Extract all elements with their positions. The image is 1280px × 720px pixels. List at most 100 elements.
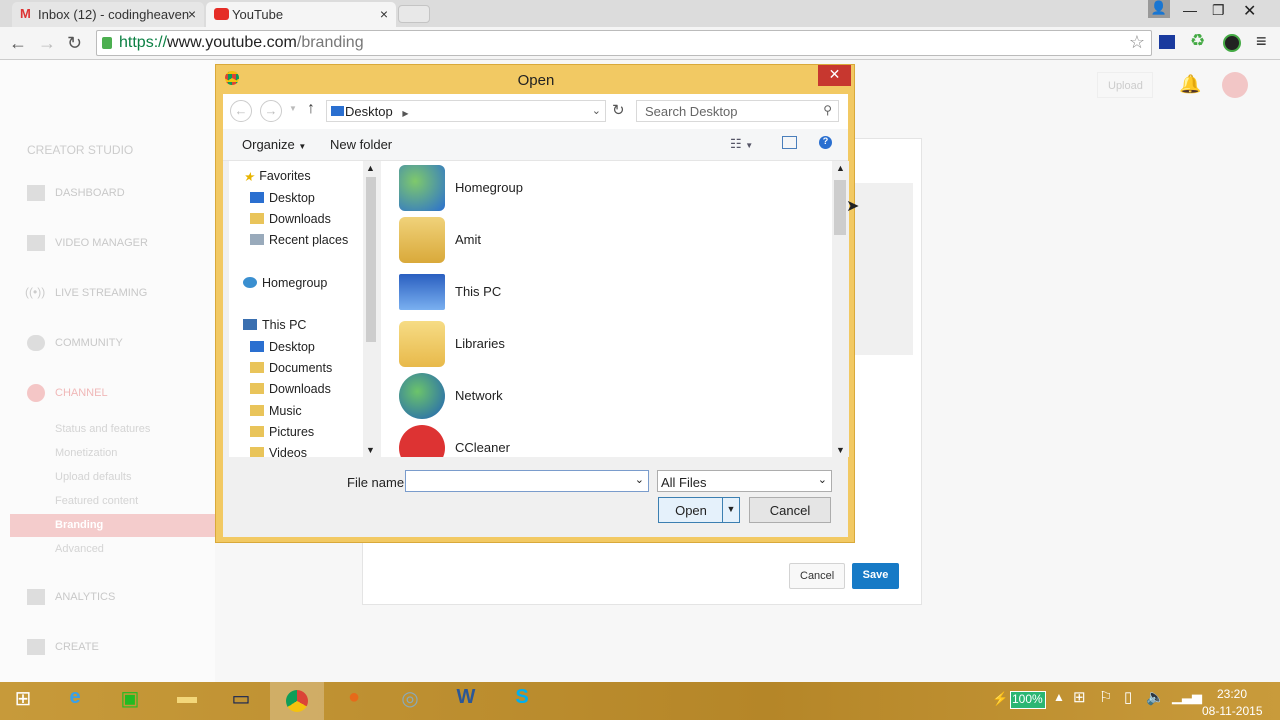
tab-inbox[interactable]: M Inbox (12) - codingheaven × — [12, 2, 204, 27]
nav-pc-desktop[interactable]: Desktop — [250, 340, 315, 354]
show-hidden-icons[interactable]: ▲ — [1053, 690, 1065, 704]
file-name-input[interactable]: ⌄ — [405, 470, 649, 492]
file-explorer-icon[interactable]: ▬ — [167, 686, 207, 718]
sidebar-item-dashboard[interactable]: DASHBOARD — [55, 187, 125, 199]
sidebar-sub-status[interactable]: Status and features — [55, 423, 150, 435]
scroll-thumb[interactable] — [834, 180, 846, 235]
refresh-icon[interactable]: ↻ — [612, 101, 625, 119]
reload-icon[interactable]: ↻ — [67, 33, 82, 54]
avatar[interactable] — [1222, 72, 1248, 98]
store-icon[interactable]: ▣ — [110, 686, 150, 718]
scroll-down-icon[interactable]: ▼ — [836, 445, 845, 455]
address-bar[interactable]: https://www.youtube.com/branding ☆ — [96, 30, 1152, 56]
list-item[interactable]: Network — [399, 373, 799, 423]
menu-icon[interactable]: ≡ — [1256, 31, 1267, 52]
sidebar-item-create[interactable]: CREATE — [55, 641, 99, 653]
scroll-thumb[interactable] — [366, 177, 376, 342]
list-item[interactable]: CCleaner — [399, 425, 799, 457]
back-icon[interactable]: ← — [230, 100, 252, 122]
open-button[interactable]: Open ▼ — [658, 497, 740, 523]
power-icon[interactable]: ⚡ — [992, 691, 1008, 707]
nav-pc-pictures[interactable]: Pictures — [250, 425, 314, 439]
dialog-close-button[interactable]: ✕ — [818, 65, 851, 86]
firefox-icon[interactable]: ● — [334, 686, 374, 718]
bell-icon[interactable]: 🔔 — [1179, 74, 1201, 95]
user-icon[interactable]: 👤 — [1148, 0, 1170, 18]
list-item[interactable]: Homegroup — [399, 165, 799, 215]
tab-youtube[interactable]: YouTube × — [206, 2, 396, 27]
restore-button[interactable]: ❐ — [1212, 2, 1225, 19]
sidebar-sub-featured[interactable]: Featured content — [55, 495, 138, 507]
nav-pc-videos[interactable]: Videos — [250, 446, 307, 457]
sidebar-item-channel[interactable]: CHANNEL — [55, 387, 108, 399]
clock-date[interactable]: 08-11-2015 — [1202, 704, 1263, 718]
list-item[interactable]: Libraries — [399, 321, 799, 371]
new-folder-button[interactable]: New folder — [330, 137, 392, 152]
flag-icon[interactable]: ⚐ — [1099, 688, 1112, 706]
scroll-down-icon[interactable]: ▼ — [366, 445, 375, 455]
bookmark-star-icon[interactable]: ☆ — [1129, 32, 1145, 53]
volume-icon[interactable]: 🔈 — [1146, 688, 1165, 706]
recent-dropdown-icon[interactable]: ▼ — [289, 104, 297, 113]
nav-homegroup[interactable]: Homegroup — [243, 276, 327, 290]
chevron-down-icon[interactable]: ⌄ — [635, 473, 644, 486]
internet-explorer-icon[interactable]: e — [55, 686, 95, 718]
forward-icon[interactable]: → — [260, 100, 282, 122]
dialog-cancel-button[interactable]: Cancel — [749, 497, 831, 523]
list-item[interactable]: Amit — [399, 217, 799, 267]
sidebar-item-live-streaming[interactable]: LIVE STREAMING — [55, 287, 147, 299]
preview-pane-icon[interactable] — [782, 136, 797, 149]
extension-icon[interactable] — [1159, 35, 1175, 49]
battery-indicator[interactable]: 100% — [1010, 691, 1046, 709]
file-type-select[interactable]: All Files ⌄ — [657, 470, 832, 492]
sidebar-item-community[interactable]: COMMUNITY — [55, 337, 123, 349]
breadcrumb-desktop[interactable]: Desktop — [345, 104, 393, 119]
upload-button[interactable]: Upload — [1097, 72, 1153, 98]
close-tab-icon[interactable]: × — [380, 6, 388, 22]
new-tab-button[interactable] — [398, 5, 430, 23]
scroll-up-icon[interactable]: ▲ — [836, 163, 845, 173]
minimize-button[interactable]: — — [1183, 2, 1197, 18]
nav-pc-documents[interactable]: Documents — [250, 361, 332, 375]
nav-pc-music[interactable]: Music — [250, 404, 302, 418]
sidebar-sub-advanced[interactable]: Advanced — [55, 543, 104, 555]
back-icon[interactable]: ← — [9, 33, 27, 54]
sidebar-sub-upload-defaults[interactable]: Upload defaults — [55, 471, 131, 483]
chevron-down-icon[interactable]: ⌄ — [592, 104, 601, 117]
lenovo-icon[interactable]: ▭ — [221, 686, 261, 718]
start-button[interactable]: ⊞ — [3, 686, 43, 718]
view-options-icon[interactable]: ☷ ▼ — [730, 136, 753, 152]
app-icon[interactable]: ◎ — [390, 686, 430, 718]
cancel-button[interactable]: Cancel — [789, 563, 846, 589]
battery-icon[interactable]: ▯ — [1124, 688, 1132, 706]
nav-pc-downloads[interactable]: Downloads — [250, 382, 331, 396]
nav-fav-recent[interactable]: Recent places — [250, 233, 348, 247]
nav-fav-desktop[interactable]: Desktop — [250, 191, 315, 205]
up-icon[interactable]: ↑ — [307, 100, 315, 118]
list-item[interactable]: This PC — [399, 269, 799, 319]
nav-this-pc[interactable]: This PC — [243, 318, 306, 332]
help-icon[interactable]: ? — [819, 136, 832, 149]
close-tab-icon[interactable]: × — [188, 6, 196, 22]
open-dropdown-icon[interactable]: ▼ — [722, 498, 739, 522]
chrome-taskbar-button[interactable] — [270, 682, 324, 720]
nav-pane-scrollbar[interactable]: ▲ ▼ — [363, 161, 379, 457]
word-icon[interactable]: W — [446, 686, 486, 718]
clock-time[interactable]: 23:20 — [1217, 687, 1247, 701]
scroll-up-icon[interactable]: ▲ — [366, 163, 375, 173]
close-window-button[interactable]: ✕ — [1243, 1, 1256, 21]
sidebar-item-analytics[interactable]: ANALYTICS — [55, 591, 115, 603]
recycle-extension-icon[interactable]: ♻ — [1190, 31, 1205, 51]
chevron-right-icon[interactable]: ▶ — [402, 109, 408, 118]
nav-favorites[interactable]: ★ Favorites — [243, 169, 311, 184]
skype-icon[interactable]: S — [502, 686, 542, 718]
sidebar-item-video-manager[interactable]: VIDEO MANAGER — [55, 237, 148, 249]
chevron-down-icon[interactable]: ⌄ — [818, 473, 827, 486]
breadcrumb[interactable]: Desktop ▶ ⌄ — [326, 100, 606, 122]
search-input[interactable]: Search Desktop ⚲ — [636, 100, 839, 122]
forward-icon[interactable]: → — [38, 33, 56, 54]
nav-fav-downloads[interactable]: Downloads — [250, 212, 331, 226]
sidebar-sub-branding[interactable]: Branding — [10, 514, 215, 537]
sidebar-sub-monetization[interactable]: Monetization — [55, 447, 117, 459]
organize-button[interactable]: Organize ▼ — [242, 137, 306, 152]
